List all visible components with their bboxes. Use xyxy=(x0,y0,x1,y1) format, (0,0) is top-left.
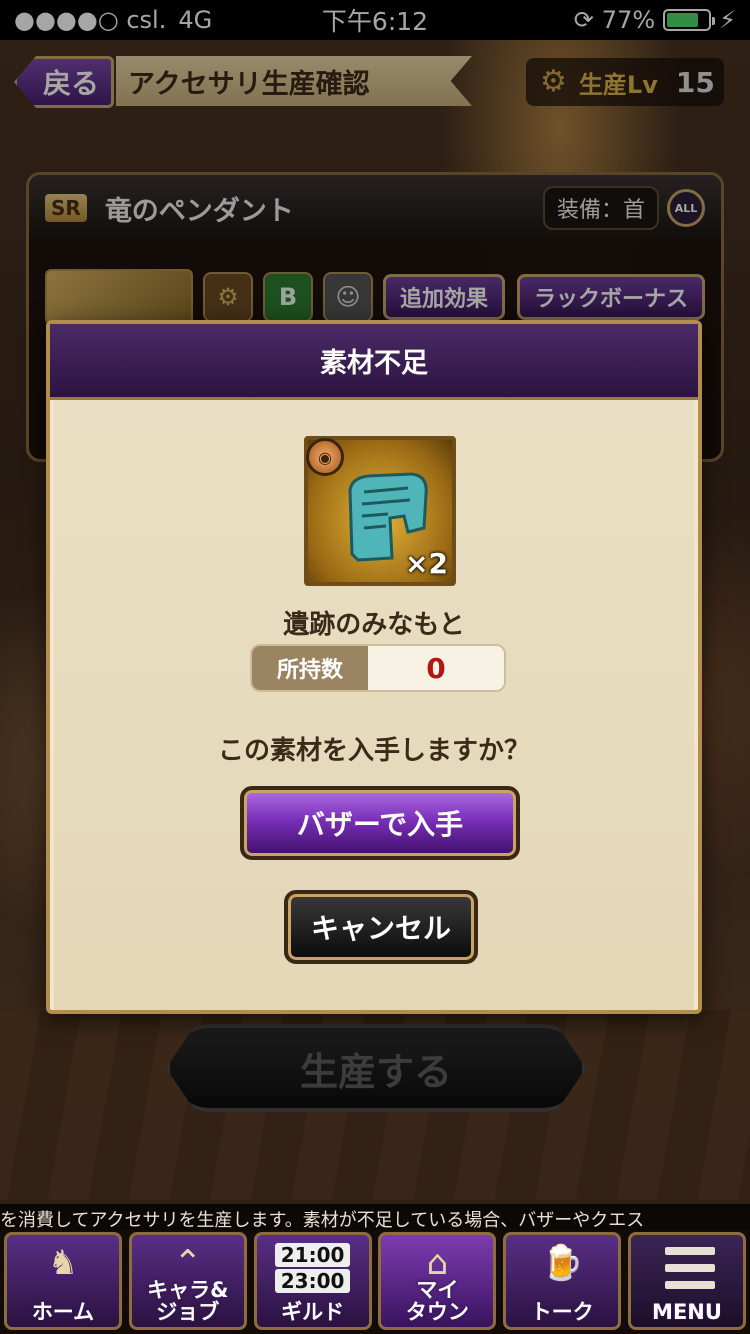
nav-home[interactable]: ♞ ホーム xyxy=(4,1232,122,1330)
material-quantity: ×2 xyxy=(405,547,448,580)
dialog-question: この素材を入手しますか？ xyxy=(217,736,530,766)
knight-icon: ♞ xyxy=(47,1243,79,1283)
nav-chara-job-line2: ジョブ xyxy=(156,1299,220,1324)
insufficient-material-dialog: 素材不足 ◉ ×2 遺跡のみなもと 所持数 0 この素材を入手しますか？ バザー… xyxy=(46,320,702,1014)
nav-mytown-label: マイ タウン xyxy=(406,1279,469,1323)
nav-talk-label: トーク xyxy=(530,1299,594,1324)
dialog-body: ◉ ×2 遺跡のみなもと 所持数 0 この素材を入手しますか？ バザーで入手 キ… xyxy=(54,400,694,1010)
nav-mytown-line2: タウン xyxy=(405,1299,469,1324)
get-at-bazaar-button[interactable]: バザーで入手 xyxy=(240,786,520,860)
bottom-nav: ♞ ホーム ⌃ キャラ& ジョブ 21:00 23:00 ギルド ⌂ マイ タウ… xyxy=(0,1230,750,1334)
dialog-title: 素材不足 xyxy=(50,324,698,400)
material-icon: ◉ ×2 xyxy=(304,436,456,586)
menu-icon xyxy=(664,1247,715,1289)
nav-chara-job-line1: キャラ& xyxy=(147,1277,229,1302)
guild-time-2: 23:00 xyxy=(274,1269,351,1293)
cancel-button[interactable]: キャンセル xyxy=(284,890,478,964)
guild-time-1: 21:00 xyxy=(274,1243,351,1267)
beer-mugs-icon: 🍺 xyxy=(541,1243,584,1283)
nav-chara-job-label: キャラ& ジョブ xyxy=(147,1279,228,1323)
material-name: 遺跡のみなもと xyxy=(283,610,465,640)
nav-menu[interactable]: MENU xyxy=(627,1232,746,1330)
owned-count-value: 0 xyxy=(368,646,504,690)
nav-menu-label: MENU xyxy=(652,1299,722,1324)
owned-count-label: 所持数 xyxy=(252,646,368,690)
nav-guild[interactable]: 21:00 23:00 ギルド xyxy=(253,1232,372,1330)
guild-times: 21:00 23:00 xyxy=(257,1243,369,1293)
owned-count: 所持数 0 xyxy=(250,644,506,692)
nav-mytown-line1: マイ xyxy=(416,1277,459,1302)
nav-mytown[interactable]: ⌂ マイ タウン xyxy=(378,1232,497,1330)
material-type-icon: ◉ xyxy=(306,438,344,476)
nav-guild-label: ギルド xyxy=(281,1299,345,1324)
nav-home-label: ホーム xyxy=(31,1299,95,1324)
nav-chara-job[interactable]: ⌃ キャラ& ジョブ xyxy=(128,1232,247,1330)
nav-talk[interactable]: 🍺 トーク xyxy=(503,1232,622,1330)
